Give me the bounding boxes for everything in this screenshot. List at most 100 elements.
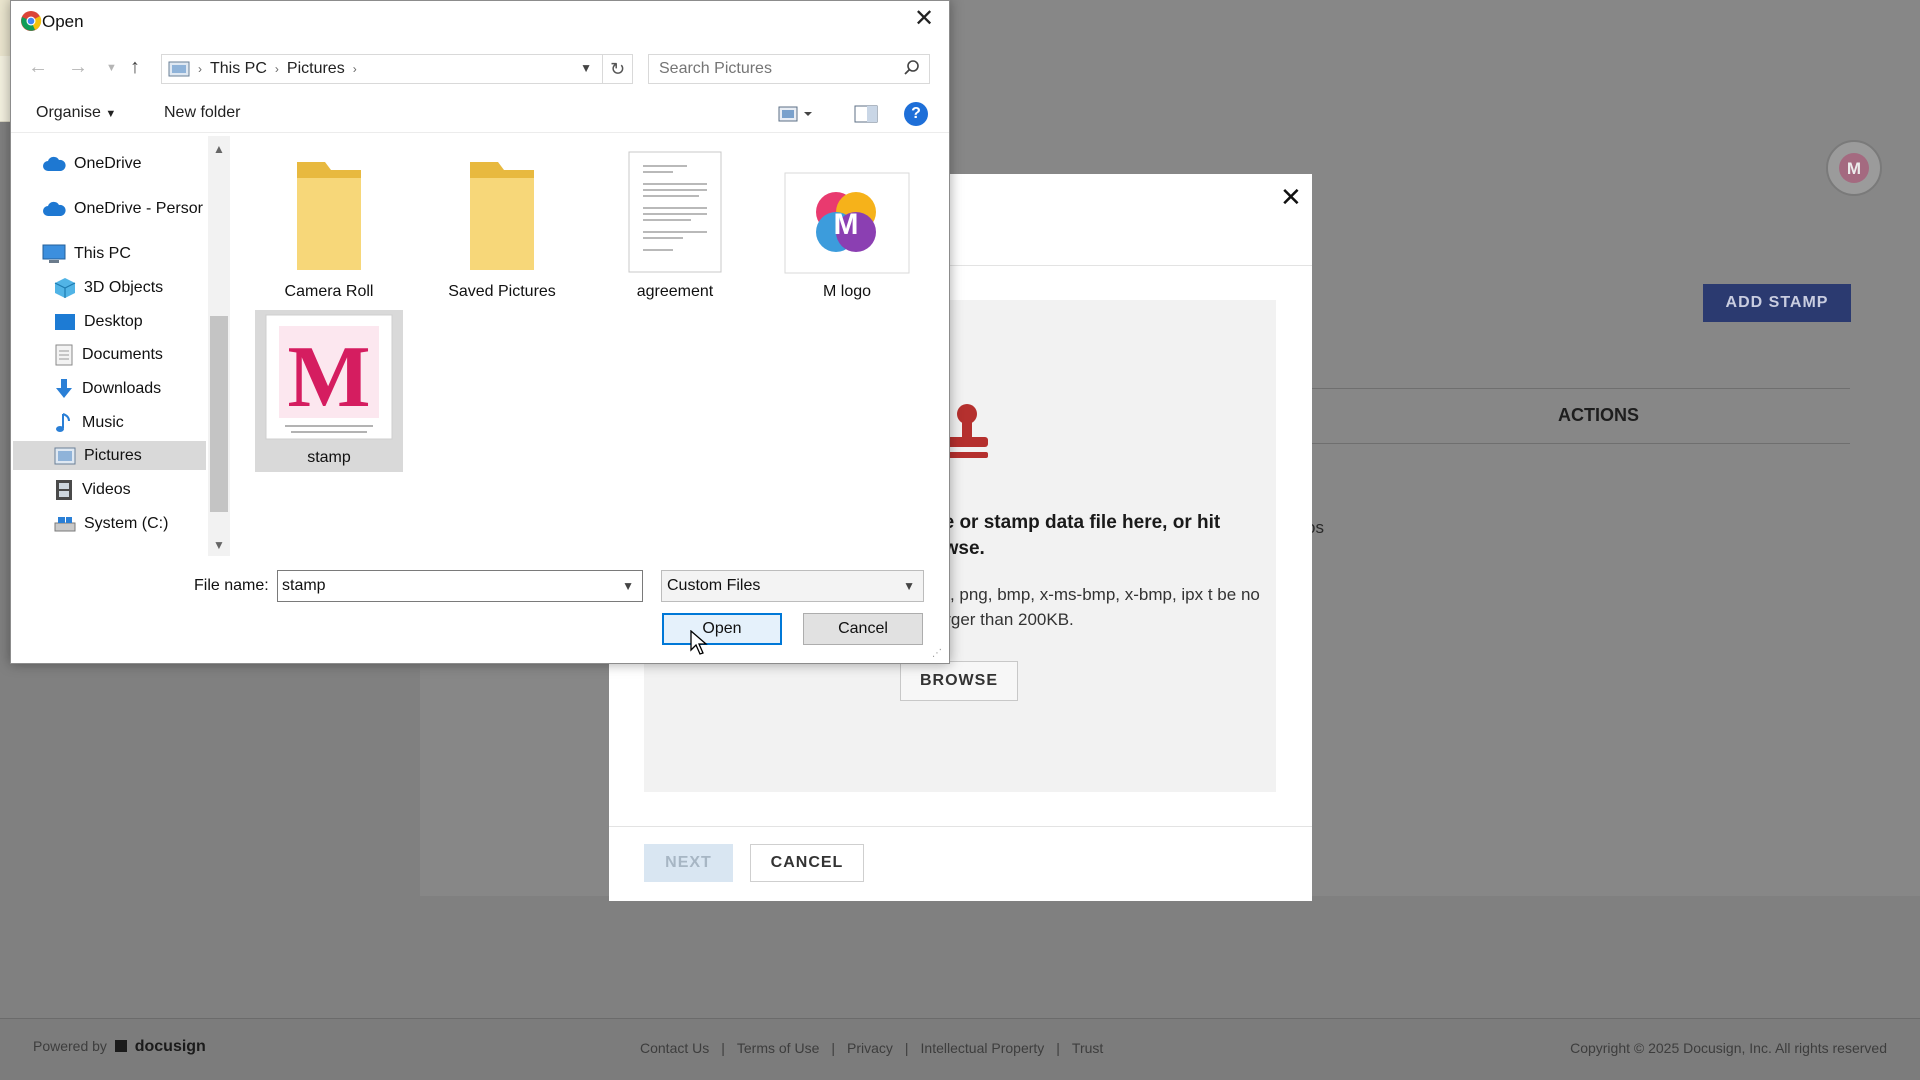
file-item-saved-pictures[interactable]: Saved Pictures xyxy=(429,158,575,301)
download-icon xyxy=(56,379,72,398)
footer-link-trust[interactable]: Trust xyxy=(1072,1040,1103,1056)
nav-item-system-c[interactable]: System (C:) xyxy=(54,510,168,538)
dialog-close-icon[interactable]: ✕ xyxy=(914,4,934,33)
breadcrumb-pictures[interactable]: Pictures xyxy=(287,60,345,78)
file-item-agreement[interactable]: agreement xyxy=(602,150,748,301)
drive-icon xyxy=(54,517,76,532)
nav-item-music[interactable]: Music xyxy=(54,409,124,437)
recent-locations-icon[interactable]: ▼ xyxy=(106,62,117,74)
nav-item-onedrive[interactable]: OneDrive xyxy=(42,150,142,178)
organise-menu-button[interactable]: Organise ▼ xyxy=(36,104,116,122)
folder-icon xyxy=(470,162,534,270)
pictures-icon xyxy=(54,447,76,465)
footer-link-ip[interactable]: Intellectual Property xyxy=(921,1040,1045,1056)
search-input[interactable] xyxy=(659,55,899,83)
chevron-down-icon[interactable]: ▼ xyxy=(622,579,634,593)
stamp-icon xyxy=(944,403,990,466)
file-name: Saved Pictures xyxy=(448,283,556,300)
chevron-down-icon: ▼ xyxy=(105,108,117,120)
scroll-down-icon[interactable]: ▼ xyxy=(213,538,225,552)
file-name: stamp xyxy=(307,449,351,466)
nav-item-onedrive-personal[interactable]: OneDrive - Persor xyxy=(42,195,203,223)
modal-close-icon[interactable]: ✕ xyxy=(1280,182,1302,213)
chevron-down-icon: ▼ xyxy=(903,579,915,593)
forward-arrow-icon[interactable]: → xyxy=(68,56,88,79)
preview-pane-icon[interactable] xyxy=(854,104,878,129)
nav-item-documents[interactable]: Documents xyxy=(54,341,163,369)
footer-link-terms[interactable]: Terms of Use xyxy=(737,1040,819,1056)
view-options-icon[interactable] xyxy=(778,104,818,129)
nav-item-label: Downloads xyxy=(82,380,162,397)
address-bar[interactable]: › This PC › Pictures › ▼ xyxy=(161,54,633,84)
nav-item-pictures[interactable]: Pictures xyxy=(54,442,142,470)
nav-item-desktop[interactable]: Desktop xyxy=(54,308,143,336)
file-type-value: Custom Files xyxy=(667,577,761,594)
browse-button[interactable]: BROWSE xyxy=(900,661,1018,701)
nav-item-videos[interactable]: Videos xyxy=(54,476,131,504)
nav-item-label: Documents xyxy=(82,346,163,363)
file-item-stamp[interactable]: M stamp xyxy=(256,314,402,467)
help-icon[interactable]: ? xyxy=(904,102,928,126)
search-icon xyxy=(903,59,921,82)
refresh-icon[interactable]: ↻ xyxy=(602,54,632,84)
up-arrow-icon[interactable]: ↑ xyxy=(130,56,140,79)
nav-item-label: Music xyxy=(82,414,124,431)
footer-link-privacy[interactable]: Privacy xyxy=(847,1040,893,1056)
document-thumbnail-icon xyxy=(628,151,722,273)
nav-item-downloads[interactable]: Downloads xyxy=(54,375,161,403)
back-arrow-icon[interactable]: ← xyxy=(28,56,48,79)
document-icon xyxy=(55,344,73,366)
search-box[interactable] xyxy=(648,54,930,84)
actions-column-header: ACTIONS xyxy=(1558,405,1639,425)
copyright: Copyright © 2025 Docusign, Inc. All righ… xyxy=(1570,1040,1887,1056)
nav-item-this-pc[interactable]: This PC xyxy=(42,240,131,268)
address-dropdown-icon[interactable]: ▼ xyxy=(580,61,592,75)
add-stamp-button[interactable]: ADD STAMP xyxy=(1703,284,1851,322)
svg-text:M: M xyxy=(1847,159,1861,178)
file-name-combobox[interactable]: ▼ xyxy=(277,570,643,602)
resize-grip-icon[interactable]: ⋰ xyxy=(932,648,942,659)
computer-icon xyxy=(42,244,66,263)
powered-by-label: Powered by xyxy=(33,1038,107,1054)
file-item-m-logo[interactable]: M M logo xyxy=(774,172,920,301)
breadcrumb-this-pc[interactable]: This PC xyxy=(210,60,267,78)
open-button[interactable]: Open xyxy=(662,613,782,645)
mouse-cursor-icon xyxy=(690,629,708,661)
folder-icon xyxy=(297,162,361,270)
file-name-label: File name: xyxy=(194,577,269,594)
svg-text:M: M xyxy=(834,208,859,241)
docusign-brand: docusign xyxy=(134,1038,206,1055)
chrome-app-icon xyxy=(20,10,42,37)
nav-item-3d-objects[interactable]: 3D Objects xyxy=(54,274,163,302)
svg-text:M: M xyxy=(287,329,370,426)
nav-item-label: 3D Objects xyxy=(84,279,164,296)
nav-scroll-thumb[interactable] xyxy=(210,316,228,512)
nav-item-label: Videos xyxy=(82,481,131,498)
drop-instructions: ge or stamp data file here, or hit owse. xyxy=(932,512,1221,559)
stamp-thumbnail-icon: M xyxy=(265,314,393,440)
file-type-select[interactable]: Custom Files ▼ xyxy=(661,570,924,602)
dialog-cancel-button[interactable]: Cancel xyxy=(803,613,923,645)
footer-link-contact[interactable]: Contact Us xyxy=(640,1040,709,1056)
file-name: agreement xyxy=(636,283,714,300)
table-header-divider xyxy=(1312,443,1850,444)
video-icon xyxy=(56,480,72,500)
app-user-avatar[interactable]: M xyxy=(1826,140,1882,196)
m-logo-icon: M xyxy=(1839,153,1869,183)
docusign-logo-icon xyxy=(114,1040,127,1052)
cube-icon xyxy=(54,278,76,298)
new-folder-button[interactable]: New folder xyxy=(164,104,240,122)
powered-by: Powered by docusign xyxy=(33,1038,206,1056)
cloud-icon xyxy=(43,156,66,171)
folder-pictures-icon xyxy=(168,61,190,77)
nav-item-label: OneDrive xyxy=(74,155,142,172)
modal-cancel-button[interactable]: CANCEL xyxy=(750,844,864,882)
file-name-input[interactable] xyxy=(282,571,602,601)
file-item-camera-roll[interactable]: Camera Roll xyxy=(256,158,402,301)
nav-item-label: Pictures xyxy=(84,447,142,464)
next-button[interactable]: NEXT xyxy=(644,844,733,882)
scroll-up-icon[interactable]: ▲ xyxy=(213,142,225,156)
nav-item-label: Desktop xyxy=(84,313,143,330)
m-logo-thumbnail-icon: M xyxy=(784,172,910,274)
nav-item-label: This PC xyxy=(74,245,131,262)
